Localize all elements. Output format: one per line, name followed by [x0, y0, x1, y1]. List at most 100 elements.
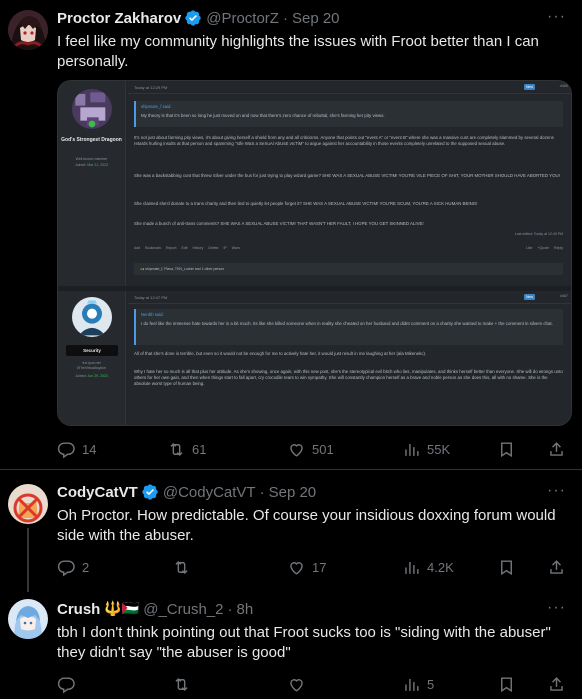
- quote-block: Nerdth said: I do feel like the immense …: [134, 309, 563, 345]
- post-header: Today at 12:29 PM New #465: [128, 81, 571, 94]
- handle[interactable]: @CodyCatVT: [163, 484, 256, 501]
- post-paragraph: She claimed she'd donate to a trans char…: [134, 201, 478, 206]
- display-name[interactable]: CodyCatVT: [57, 484, 138, 501]
- tweet-actions: 14 61 501 55K: [57, 439, 572, 459]
- separator-dot: ·: [259, 483, 265, 501]
- repost-count: 61: [192, 441, 207, 457]
- new-badge: New: [523, 294, 535, 300]
- share-button[interactable]: [547, 439, 566, 459]
- share-icon: [550, 676, 563, 691]
- user-title: God's Strongest Dragoon: [61, 137, 122, 143]
- views-button[interactable]: 4.2K: [402, 557, 454, 577]
- post-action-links: Add Bookmark Report Edit History Delete …: [134, 246, 240, 250]
- anime-avatar-icon: [8, 10, 48, 50]
- post-user-panel: God's Strongest Dragoon Well-known membe…: [58, 81, 126, 286]
- timestamp[interactable]: Sep 20: [292, 10, 340, 27]
- link-delete[interactable]: Delete: [208, 246, 218, 250]
- reply-button[interactable]: 14: [57, 439, 96, 459]
- like-count: 17: [312, 559, 327, 575]
- repost-button[interactable]: [172, 674, 191, 694]
- tweet-text: Oh Proctor. How predictable. Of course y…: [57, 507, 556, 544]
- join-date-row: Joined: Jun 29, 2023: [60, 374, 123, 379]
- repost-icon: [175, 677, 188, 691]
- forum-post: Security trci.ipun.net #TheVirtualAsylum…: [58, 291, 571, 425]
- like-button[interactable]: 501: [287, 439, 334, 459]
- thread-line: [27, 528, 29, 592]
- post-paragraph: It's not just about farming pity views, …: [134, 135, 554, 147]
- reply-count: 2: [82, 559, 90, 575]
- join-date: Mar 21, 2023: [87, 163, 108, 167]
- like-button[interactable]: 17: [287, 557, 326, 577]
- user-tag: #TheVirtualAsylum: [76, 366, 107, 370]
- link-ip[interactable]: IP: [223, 246, 226, 250]
- link-bookmark[interactable]: Add Bookmark: [134, 246, 161, 250]
- link-history[interactable]: History: [192, 246, 203, 250]
- security-badge: Security: [66, 345, 118, 356]
- views-count: 4.2K: [427, 559, 454, 575]
- repost-button[interactable]: [172, 557, 197, 577]
- verified-badge-icon: [142, 484, 158, 500]
- heart-icon: [290, 678, 303, 692]
- new-badge: New: [523, 84, 535, 90]
- tweet-actions: 5: [57, 674, 572, 694]
- forum-avatar-icon: [72, 297, 112, 337]
- more-options-icon[interactable]: ···: [547, 8, 566, 26]
- tweet-header: CodyCatVT @CodyCatVT · Sep 20: [57, 482, 316, 502]
- views-icon: [405, 443, 419, 456]
- name-emojis: 🔱🇵🇸: [104, 601, 140, 617]
- post-timestamp: Today at 12:47 PM: [134, 295, 168, 300]
- post-paragraph: Why I hate her so much is all that plus …: [134, 369, 563, 387]
- tweet-crush[interactable]: Crush 🔱🇵🇸 @_Crush_2 · 8h ··· tbh I don't…: [0, 589, 582, 699]
- handle[interactable]: @_Crush_2: [143, 601, 223, 618]
- display-name[interactable]: Proctor Zakharov: [57, 10, 181, 27]
- like-button[interactable]: [287, 674, 306, 694]
- post-paragraph: All of that she's done is terrible, but …: [134, 351, 427, 356]
- tweet-codycat[interactable]: CodyCatVT @CodyCatVT · Sep 20 ··· Oh Pro…: [0, 470, 582, 592]
- repost-button[interactable]: 61: [167, 439, 206, 459]
- link-report[interactable]: Report: [166, 246, 177, 250]
- display-name[interactable]: Crush: [57, 601, 100, 618]
- attached-image[interactable]: God's Strongest Dragoon Well-known membe…: [57, 80, 572, 426]
- timestamp[interactable]: Sep 20: [269, 484, 317, 501]
- reply-button[interactable]: 2: [57, 557, 89, 577]
- handle[interactable]: @ProctorZ: [206, 10, 279, 27]
- link-quote[interactable]: +Quote: [537, 246, 549, 250]
- bookmark-button[interactable]: [497, 674, 516, 694]
- bookmark-button[interactable]: [497, 557, 516, 577]
- views-button[interactable]: 55K: [402, 439, 450, 459]
- bookmark-button[interactable]: [497, 439, 516, 459]
- share-button[interactable]: [547, 557, 566, 577]
- share-button[interactable]: [547, 674, 566, 694]
- quote-text: My theory is that it's been so long he j…: [141, 113, 385, 118]
- timestamp[interactable]: 8h: [237, 601, 254, 618]
- anime-avatar-blue-icon: [8, 599, 48, 639]
- reply-icon: [57, 559, 75, 576]
- reply-button[interactable]: [57, 674, 76, 694]
- post-paragraph: She made a bunch of anti-trans comments?…: [134, 221, 424, 226]
- avatar[interactable]: [8, 484, 48, 524]
- more-options-icon[interactable]: ···: [547, 599, 566, 617]
- tweet-header: Crush 🔱🇵🇸 @_Crush_2 · 8h: [57, 599, 253, 619]
- post-paragraph: She was a backstabbing cunt that threw S…: [134, 173, 560, 178]
- link-warn[interactable]: Warn: [232, 246, 240, 250]
- views-count: 55K: [427, 441, 451, 457]
- post-number: #467: [560, 294, 568, 298]
- join-date-row: Joined: Mar 21, 2023: [60, 163, 123, 168]
- reply-count: 14: [82, 441, 97, 457]
- tweet-proctor[interactable]: Proctor Zakharov @ProctorZ · Sep 20 ··· …: [0, 0, 582, 469]
- link-edit[interactable]: Edit: [181, 246, 187, 250]
- views-button[interactable]: 5: [402, 674, 434, 694]
- link-like[interactable]: Like: [526, 246, 532, 250]
- cat-no-symbol-icon: [8, 484, 48, 524]
- quote-author: shipmate_f said:: [141, 104, 172, 109]
- post-user-panel: Security trci.ipun.net #TheVirtualAsylum…: [58, 291, 126, 425]
- reaction-users[interactable]: shipmate_f, Plava, TKN_Lurker and 1 othe…: [145, 267, 224, 271]
- more-options-icon[interactable]: ···: [547, 482, 566, 500]
- avatar[interactable]: [8, 599, 48, 639]
- repost-icon: [170, 442, 183, 456]
- link-reply[interactable]: Reply: [554, 246, 563, 250]
- separator-dot: ·: [282, 9, 288, 27]
- separator-dot: ·: [227, 600, 233, 618]
- join-date: Jun 29, 2023: [87, 374, 108, 378]
- avatar[interactable]: [8, 10, 48, 50]
